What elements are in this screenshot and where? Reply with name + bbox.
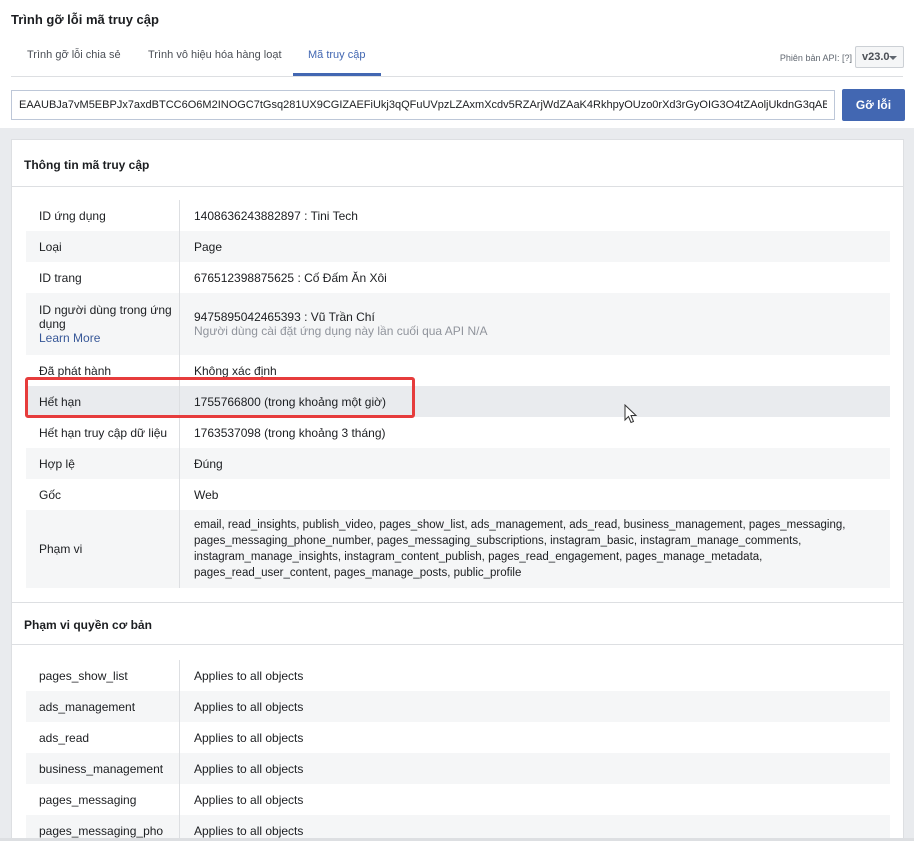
info-value: Web: [194, 487, 219, 502]
info-key: Loại: [26, 231, 180, 262]
info-value: Đúng: [194, 456, 223, 471]
basic-scopes-table: pages_show_list Applies to all objects a…: [26, 660, 890, 841]
api-version-help[interactable]: [?]: [842, 53, 852, 63]
info-row-app-user-id: ID người dùng trong ứng dụng Learn More …: [26, 293, 890, 355]
info-key-cell: ID người dùng trong ứng dụng Learn More: [26, 293, 180, 355]
info-key: Phạm vi: [26, 510, 180, 588]
scope-name: ads_management: [26, 691, 180, 722]
results-panel: Thông tin mã truy cập ID ứng dụng 140863…: [11, 139, 904, 841]
access-token-input[interactable]: [11, 90, 835, 120]
info-value: 1408636243882897 : Tini Tech: [194, 208, 358, 223]
divider: [12, 186, 903, 187]
info-key: Gốc: [26, 479, 180, 510]
info-value: Page: [194, 239, 223, 254]
info-row-origin: Gốc Web: [26, 479, 890, 510]
scope-applies: Applies to all objects: [194, 792, 304, 807]
info-value: 676512398875625 : Cố Đấm Ăn Xôi: [194, 270, 387, 285]
debugger-header: Trình gỡ lỗi mã truy cập Trình gỡ lỗi ch…: [0, 0, 914, 128]
active-tab-indicator: [293, 73, 381, 76]
scope-applies: Applies to all objects: [194, 668, 304, 683]
debug-button[interactable]: Gỡ lỗi: [842, 89, 905, 121]
info-value: 9475895042465393 : Vũ Trần Chí: [194, 310, 375, 324]
info-value-cell: 9475895042465393 : Vũ Trần Chí Người dùn…: [180, 293, 890, 355]
info-key: ID người dùng trong ứng dụng: [39, 303, 172, 331]
info-value: Không xác định: [194, 363, 277, 378]
tab-sharing-debugger[interactable]: Trình gỡ lỗi chia sẻ: [27, 49, 121, 61]
scope-row: pages_messaging Applies to all objects: [26, 784, 890, 815]
scope-row: ads_management Applies to all objects: [26, 691, 890, 722]
info-key: ID ứng dụng: [26, 200, 180, 231]
info-row-expires: Hết hạn 1755766800 (trong khoảng một giờ…: [26, 386, 890, 417]
api-version-label-text: Phiên bản API:: [779, 53, 840, 63]
learn-more-link[interactable]: Learn More: [39, 331, 179, 345]
scope-applies: Applies to all objects: [194, 699, 304, 714]
info-key: Hết hạn truy cập dữ liệu: [26, 417, 180, 448]
info-row-type: Loại Page: [26, 231, 890, 262]
info-row-scopes: Phạm vi email, read_insights, publish_vi…: [26, 510, 890, 588]
tab-batch-invalidator[interactable]: Trình vô hiệu hóa hàng loạt: [148, 49, 282, 61]
info-value: email, read_insights, publish_video, pag…: [194, 519, 846, 579]
api-version-select[interactable]: v23.0: [855, 46, 904, 68]
info-row-issued: Đã phát hành Không xác định: [26, 355, 890, 386]
info-key: Đã phát hành: [26, 355, 180, 386]
api-version-label: Phiên bản API: [?]: [780, 53, 852, 63]
info-row-data-access-expires: Hết hạn truy cập dữ liệu 1763537098 (tro…: [26, 417, 890, 448]
scope-row: ads_read Applies to all objects: [26, 722, 890, 753]
info-row-valid: Hợp lệ Đúng: [26, 448, 890, 479]
mouse-cursor-icon: [624, 404, 638, 424]
tab-access-token[interactable]: Mã truy cập: [308, 49, 365, 61]
basic-scopes-heading: Phạm vi quyền cơ bản: [24, 618, 152, 632]
scope-name: business_management: [26, 753, 180, 784]
scope-row: business_management Applies to all objec…: [26, 753, 890, 784]
divider: [12, 644, 903, 645]
info-value: 1763537098 (trong khoảng 3 tháng): [194, 425, 386, 440]
page-title: Trình gỡ lỗi mã truy cập: [11, 12, 159, 27]
info-key: Hết hạn: [26, 386, 180, 417]
info-row-app-id: ID ứng dụng 1408636243882897 : Tini Tech: [26, 200, 890, 231]
scope-row: pages_show_list Applies to all objects: [26, 660, 890, 691]
scope-applies: Applies to all objects: [194, 761, 304, 776]
scope-name: ads_read: [26, 722, 180, 753]
scope-name: pages_messaging: [26, 784, 180, 815]
info-key: Hợp lệ: [26, 448, 180, 479]
scope-name: pages_show_list: [26, 660, 180, 691]
info-subtext: Người dùng cài đặt ứng dụng này lần cuối…: [194, 324, 488, 338]
api-version-value: v23.0: [862, 51, 890, 63]
info-key: ID trang: [26, 262, 180, 293]
info-value: 1755766800 (trong khoảng một giờ): [194, 394, 386, 409]
divider: [12, 602, 903, 603]
chevron-down-icon: [889, 56, 897, 60]
access-token-info-table: ID ứng dụng 1408636243882897 : Tini Tech…: [26, 200, 890, 588]
info-row-page-id: ID trang 676512398875625 : Cố Đấm Ăn Xôi: [26, 262, 890, 293]
scope-applies: Applies to all objects: [194, 730, 304, 745]
tab-bar: Trình gỡ lỗi chia sẻ Trình vô hiệu hóa h…: [11, 40, 903, 77]
access-token-info-heading: Thông tin mã truy cập: [24, 158, 150, 172]
